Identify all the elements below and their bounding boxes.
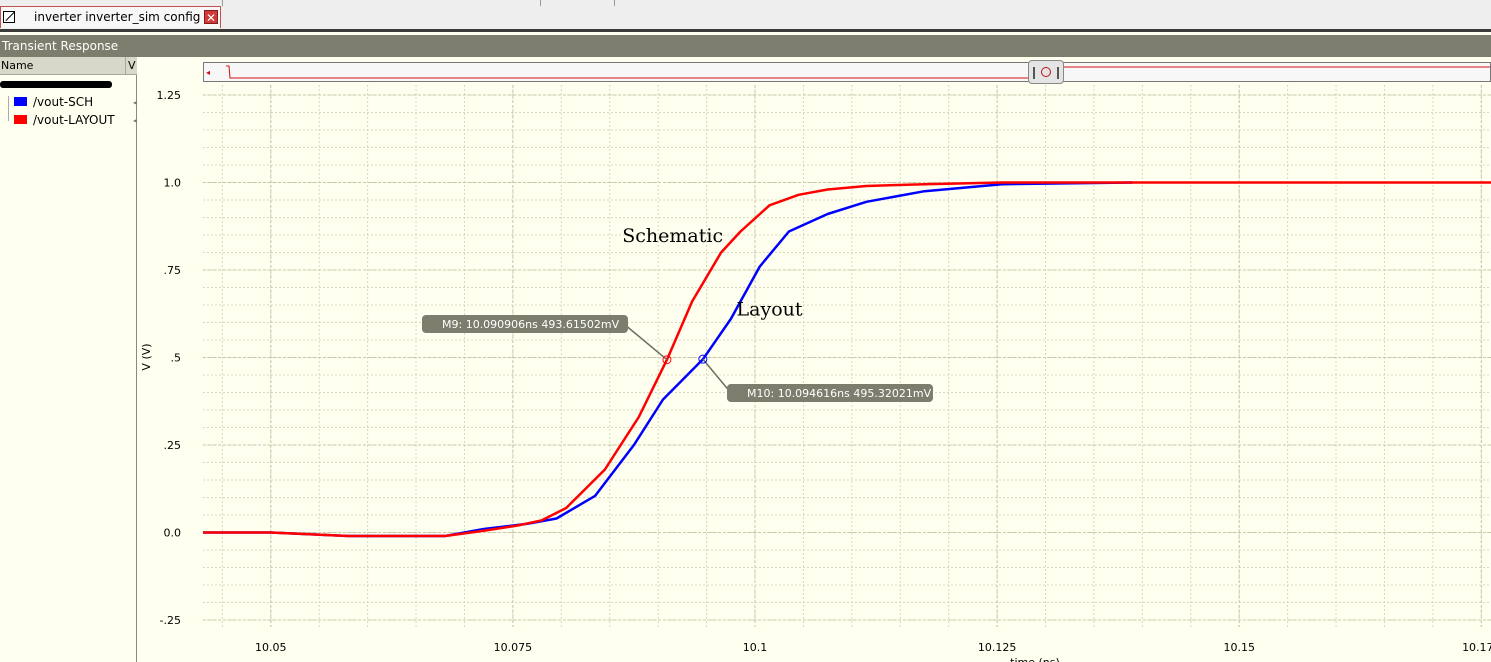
y-tick-label: .5	[171, 352, 182, 365]
x-tick-label: 10.05	[255, 641, 287, 654]
x-tick-label: 10.075	[494, 641, 533, 654]
m10-leader-line	[702, 358, 732, 394]
y-axis-label: V (V)	[140, 343, 153, 370]
x-tick-label: 10.1	[743, 641, 768, 654]
x-tick-label: 10.175	[1462, 641, 1491, 654]
m10-marker-label: M10: 10.094616ns 495.32021mV	[747, 387, 932, 400]
y-tick-label: 0.0	[164, 527, 182, 540]
annotation-schematic: Schematic	[622, 225, 723, 247]
m9-marker-label: M9: 10.090906ns 493.61502mV	[442, 318, 620, 331]
x-tick-label: 10.125	[978, 641, 1017, 654]
series-line--vout-layout[interactable]	[203, 181, 1491, 538]
annotation-layout: Layout	[737, 299, 803, 321]
m9-leader-line	[623, 323, 668, 361]
x-axis-label: time (ns)	[1010, 656, 1060, 662]
y-tick-label: .25	[164, 439, 182, 452]
y-tick-label: 1.0	[164, 177, 182, 190]
waveform-plot[interactable]: 1.25 1.0 .75 .5 .25 0.0 -.25 10.05 10.075 10.1 10.…	[0, 0, 1491, 662]
y-tick-label: 1.25	[157, 89, 182, 102]
y-tick-label: .75	[164, 264, 182, 277]
y-tick-label: -.25	[160, 614, 181, 627]
x-tick-label: 10.15	[1223, 641, 1255, 654]
